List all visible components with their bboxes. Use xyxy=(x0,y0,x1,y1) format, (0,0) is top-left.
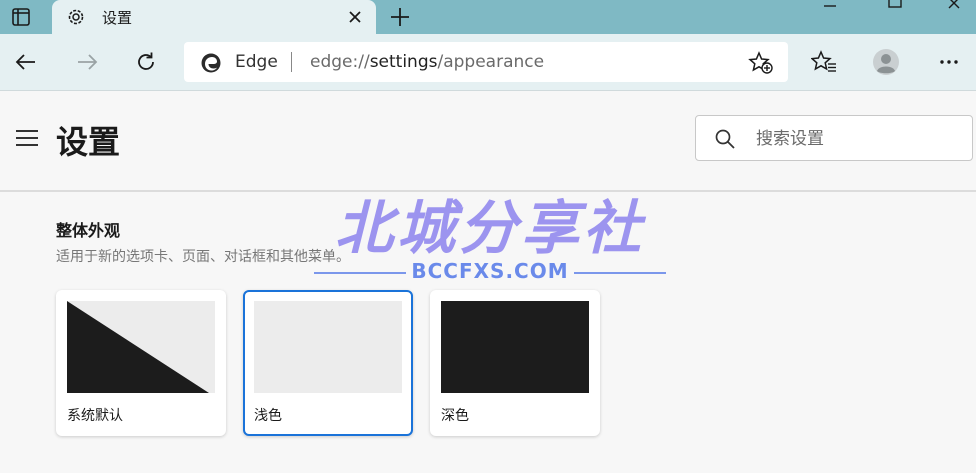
minimize-icon[interactable] xyxy=(820,0,840,14)
favorites-button[interactable] xyxy=(810,48,838,76)
plus-icon[interactable] xyxy=(386,4,414,30)
maximize-icon[interactable] xyxy=(884,0,906,14)
theme-card-light[interactable]: 浅色 xyxy=(243,290,413,436)
url-text[interactable]: edge://settings/appearance xyxy=(310,52,544,72)
theme-preview-dark xyxy=(441,301,589,393)
window-close-icon[interactable] xyxy=(944,0,966,14)
search-input[interactable] xyxy=(754,126,958,152)
settings-header: 设置 xyxy=(0,91,976,192)
edge-logo-icon xyxy=(201,53,221,73)
watermark-sub: BCCFXS.COM xyxy=(411,259,569,283)
site-label: Edge xyxy=(235,52,278,72)
refresh-icon xyxy=(138,52,154,70)
watermark-rule-left xyxy=(314,272,406,274)
tab-title: 设置 xyxy=(102,9,133,27)
hamburger-icon[interactable] xyxy=(14,127,40,149)
browser-toolbar: Edge edge://settings/appearance xyxy=(0,34,976,91)
theme-preview-system xyxy=(67,301,215,393)
theme-card-system[interactable]: 系统默认 xyxy=(56,290,226,436)
watermark-rule-right xyxy=(574,272,666,274)
tab-settings[interactable]: 设置 xyxy=(52,0,376,34)
close-icon[interactable] xyxy=(344,6,366,28)
theme-preview-light xyxy=(254,301,402,393)
profile-button[interactable] xyxy=(872,48,900,76)
address-bar[interactable]: Edge edge://settings/appearance xyxy=(184,42,788,82)
theme-label: 系统默认 xyxy=(67,408,123,424)
theme-card-dark[interactable]: 深色 xyxy=(430,290,600,436)
address-divider xyxy=(291,52,292,72)
watermark-main: 北城分享社 xyxy=(334,194,645,262)
back-arrow-icon xyxy=(15,54,35,70)
url-scheme: edge:// xyxy=(310,52,370,72)
tab-strip: 设置 xyxy=(0,0,976,34)
gear-icon xyxy=(68,9,84,25)
profile-icon xyxy=(873,49,899,75)
tab-actions-icon xyxy=(12,8,30,26)
forward-arrow-icon xyxy=(78,54,98,70)
theme-label: 深色 xyxy=(441,408,469,424)
url-path: /appearance xyxy=(437,52,545,72)
tab-actions-button[interactable] xyxy=(6,4,36,30)
watermark: 北城分享社 BCCFXS.COM xyxy=(300,195,680,285)
section-title: 整体外观 xyxy=(56,221,121,240)
theme-label: 浅色 xyxy=(254,408,282,424)
back-button[interactable] xyxy=(12,48,40,76)
url-host: settings xyxy=(369,52,438,72)
more-button[interactable] xyxy=(935,48,963,76)
forward-button[interactable] xyxy=(73,48,101,76)
refresh-button[interactable] xyxy=(132,48,160,76)
more-icon xyxy=(940,60,958,64)
page-title: 设置 xyxy=(56,123,121,161)
favorites-icon xyxy=(811,50,836,72)
section-description: 适用于新的选项卡、页面、对话框和其他菜单。 xyxy=(56,249,350,265)
search-icon xyxy=(715,129,735,149)
settings-search[interactable] xyxy=(695,115,973,161)
star-add-icon[interactable] xyxy=(748,51,774,75)
